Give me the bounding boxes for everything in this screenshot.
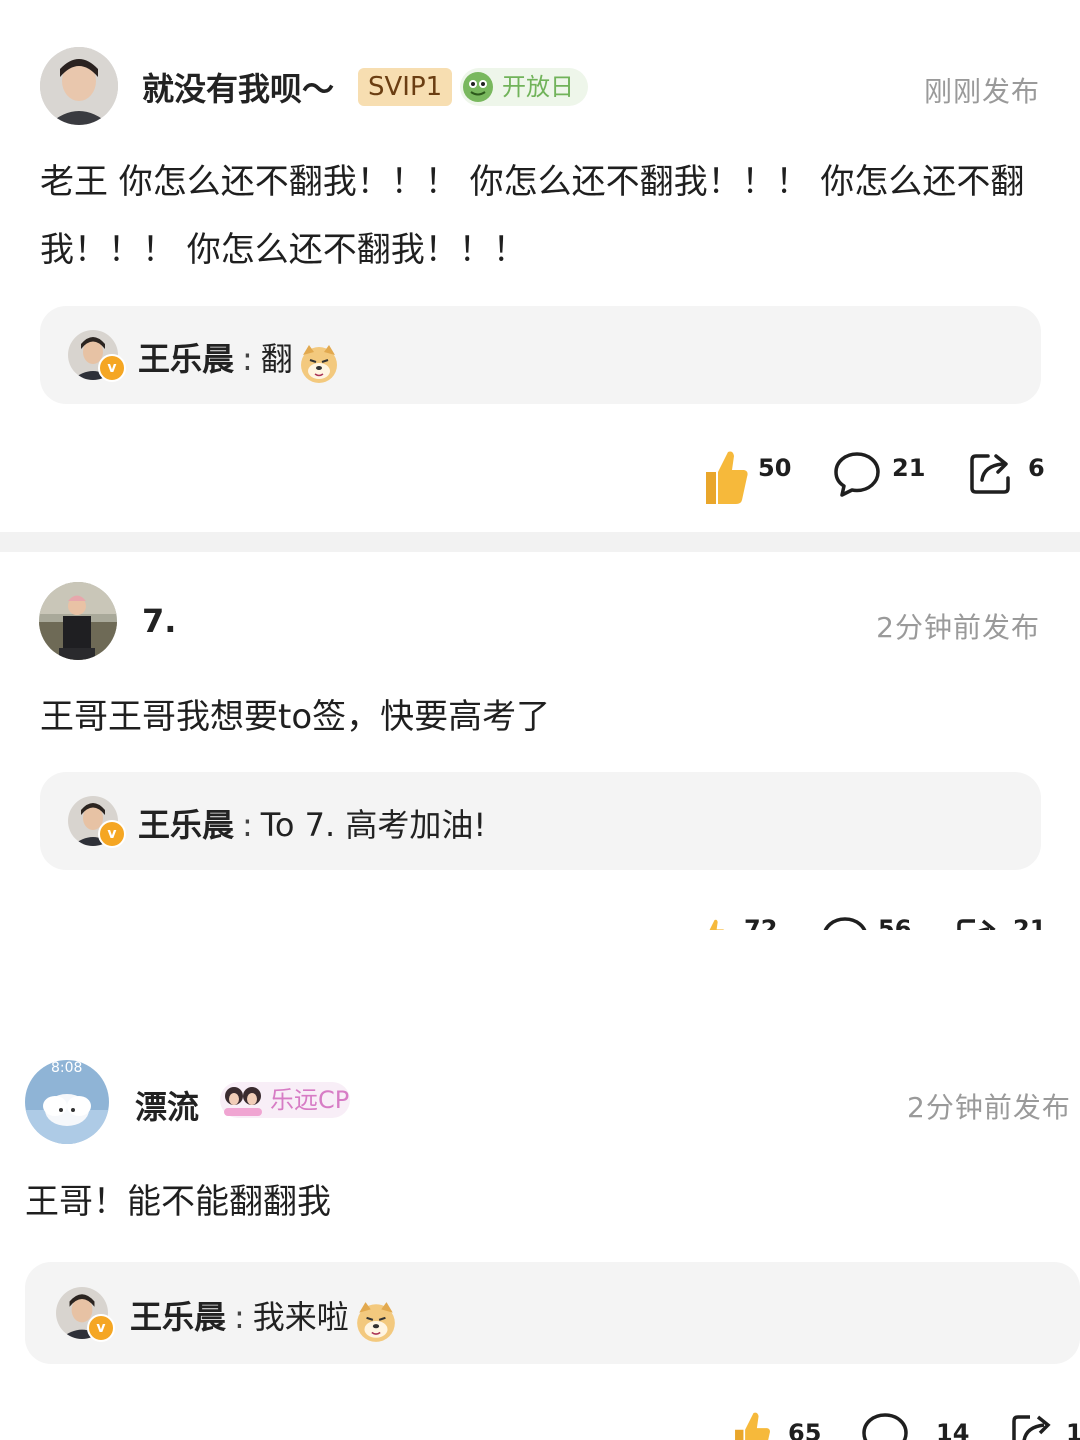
share-icon — [968, 450, 1014, 500]
verified-v-icon: v — [98, 354, 126, 382]
thumbs-up-icon — [700, 448, 750, 510]
share-button[interactable]: 6 — [968, 450, 1048, 500]
comment-button[interactable]: 21 — [832, 450, 926, 502]
share-button[interactable]: 1 — [1010, 1411, 1080, 1440]
user-avatar[interactable] — [39, 582, 117, 660]
username[interactable]: 7. — [142, 602, 176, 640]
share-button[interactable]: 21 — [955, 915, 1046, 930]
reply-text: 翻 — [260, 340, 293, 378]
reply-box[interactable]: v 王乐晨: 我来啦 — [25, 1262, 1080, 1364]
comment-bubble-icon — [820, 915, 870, 930]
username[interactable]: 漂流 — [135, 1082, 199, 1128]
share-count: 6 — [1028, 454, 1045, 482]
share-count: 1 — [1066, 1419, 1080, 1440]
avatar-clock: 8:08 — [51, 1060, 83, 1076]
user-avatar[interactable] — [40, 47, 118, 125]
doge-emoji-icon — [354, 1300, 398, 1348]
like-button[interactable]: 50 — [700, 448, 796, 508]
reply-name[interactable]: 王乐晨 — [130, 1298, 226, 1336]
thumbs-up-icon — [700, 913, 726, 930]
like-count: 72 — [744, 915, 778, 930]
doge-emoji-icon — [298, 343, 340, 389]
reply-name[interactable]: 王乐晨 — [138, 806, 234, 844]
frog-badge-icon — [462, 71, 494, 103]
like-count: 65 — [788, 1419, 822, 1440]
comment-count: 56 — [878, 915, 912, 930]
cp-badge-icon — [220, 1082, 266, 1118]
comment-text: 老王 你怎么还不翻我！！！ 你怎么还不翻我！！！ 你怎么还不翻我！！！ 你怎么还… — [40, 162, 1025, 270]
post-time: 刚刚发布 — [923, 75, 1040, 108]
reply-box[interactable]: v 王乐晨: 翻 — [40, 306, 1041, 404]
verified-v-icon: v — [98, 820, 126, 848]
reply-name[interactable]: 王乐晨 — [138, 340, 234, 378]
comment-count: 14 — [936, 1419, 970, 1440]
post-time: 2分钟前发布 — [907, 1091, 1071, 1124]
verified-v-icon: v — [87, 1314, 115, 1342]
reply-box[interactable]: v 王乐晨: To 7. 高考加油! — [40, 772, 1041, 870]
action-row-clipped: 65 14 1 — [720, 1405, 1080, 1440]
like-count: 50 — [758, 454, 792, 482]
action-row-clipped: 72 56 21 — [690, 905, 1080, 930]
share-icon — [955, 915, 1001, 930]
share-count: 21 — [1013, 915, 1047, 930]
username[interactable]: 就没有我呗～ — [142, 64, 334, 110]
reply-text: To 7. 高考加油! — [260, 806, 487, 844]
reply-text: 我来啦 — [252, 1298, 349, 1336]
fan-badge-label: 开放日 — [502, 73, 574, 101]
thumbs-up-icon — [730, 1409, 772, 1440]
comment-button[interactable]: 56 — [820, 915, 912, 930]
reply-colon: : — [234, 1298, 245, 1336]
comment-count: 21 — [892, 454, 926, 482]
svip-badge: SVIP1 — [358, 68, 453, 106]
reply-colon: : — [242, 340, 253, 378]
fan-badge: 开放日 — [460, 68, 588, 106]
comment-text: 王哥王哥我想要to签，快要高考了 — [40, 697, 551, 737]
like-button[interactable]: 65 — [730, 1409, 830, 1440]
comment-bubble-icon — [832, 450, 882, 502]
post-time: 2分钟前发布 — [876, 611, 1040, 644]
section-divider — [0, 532, 1080, 552]
comment-button[interactable]: 14 — [860, 1411, 969, 1440]
share-icon — [1010, 1411, 1056, 1440]
reply-colon: : — [242, 806, 253, 844]
cp-badge-label: 乐远CP — [270, 1086, 350, 1114]
cp-badge: 乐远CP — [220, 1082, 350, 1118]
comment-bubble-icon — [860, 1411, 910, 1440]
like-button[interactable]: 72 — [700, 913, 796, 930]
comment-text: 王哥！能不能翻翻我 — [25, 1182, 331, 1222]
user-avatar[interactable]: 8:08 — [25, 1060, 109, 1144]
